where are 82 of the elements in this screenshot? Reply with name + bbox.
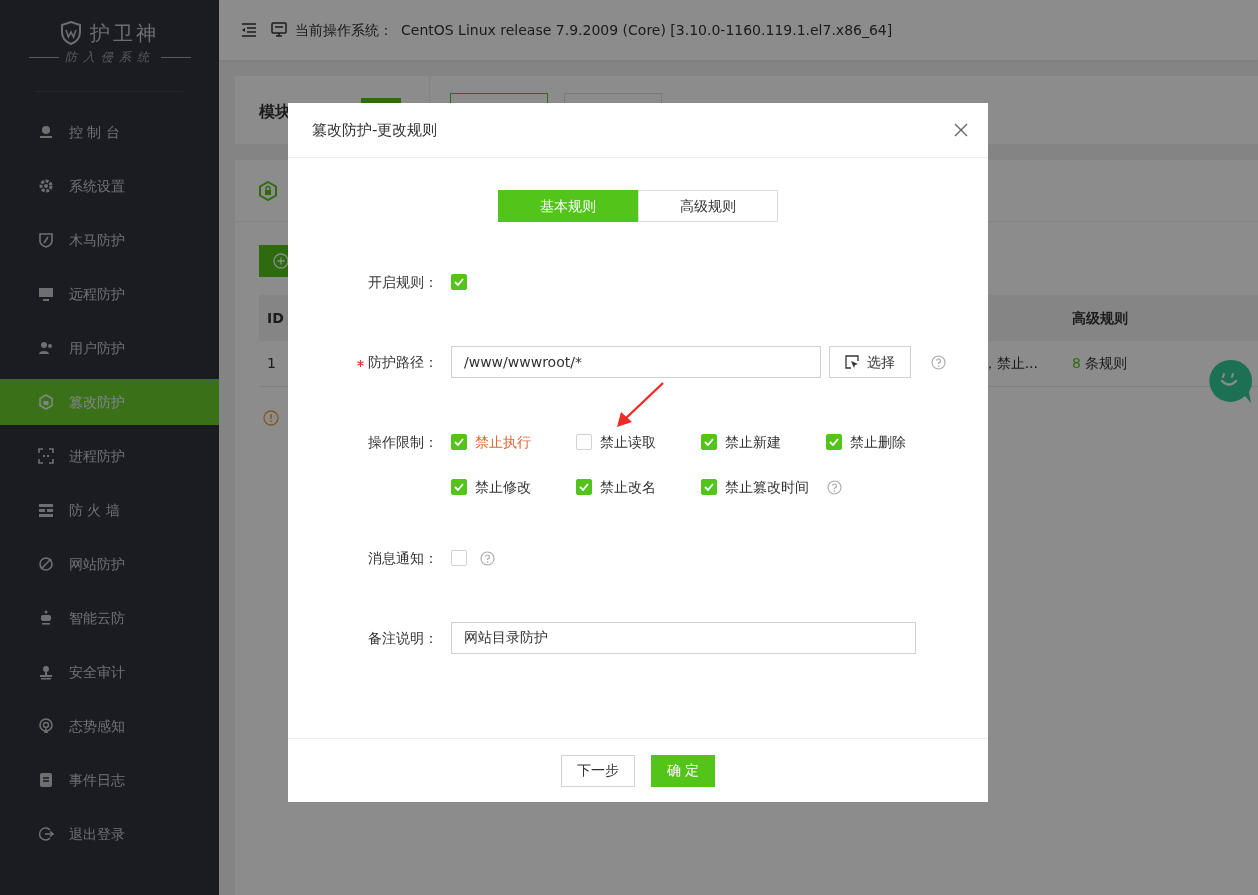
remark-input[interactable]: 网站目录防护 bbox=[451, 622, 916, 654]
option-label[interactable]: 禁止读取 bbox=[600, 431, 656, 453]
field-label: 开启规则： bbox=[367, 273, 438, 292]
help-icon[interactable] bbox=[827, 479, 842, 495]
check-icon bbox=[704, 483, 714, 491]
check-icon bbox=[704, 438, 714, 446]
annotation-arrow bbox=[614, 381, 666, 429]
shield-logo-icon bbox=[60, 21, 82, 45]
sidebar-item[interactable]: 网站防护 bbox=[0, 541, 219, 587]
radar-icon bbox=[38, 718, 54, 734]
shield-lock-icon bbox=[259, 181, 277, 201]
sidebar-item[interactable]: 木马防护 bbox=[0, 217, 219, 263]
checkbox[interactable] bbox=[826, 434, 842, 450]
users-icon bbox=[38, 340, 54, 356]
field-label: 消息通知： bbox=[367, 549, 438, 568]
sidebar-item[interactable]: 远程防护 bbox=[0, 271, 219, 317]
sidebar-item[interactable]: 用户防护 bbox=[0, 325, 219, 371]
check-icon bbox=[454, 438, 464, 446]
sidebar-item[interactable]: 控 制 台 bbox=[0, 109, 219, 155]
monitor-icon bbox=[38, 286, 54, 302]
sidebar-item[interactable]: 防 火 墙 bbox=[0, 487, 219, 533]
sidebar-item[interactable]: 安全审计 bbox=[0, 649, 219, 695]
cursor-box-icon bbox=[845, 355, 859, 369]
option-label[interactable]: 禁止篡改时间 bbox=[725, 476, 809, 498]
help-icon[interactable] bbox=[480, 550, 495, 566]
checkbox[interactable] bbox=[451, 274, 467, 290]
os-label: 当前操作系统： bbox=[295, 20, 393, 40]
confirm-button[interactable]: 确 定 bbox=[650, 754, 716, 787]
check-icon bbox=[454, 483, 464, 491]
robot-icon bbox=[38, 610, 54, 626]
check-icon bbox=[454, 278, 464, 286]
menu-icon[interactable] bbox=[241, 23, 257, 37]
checkbox[interactable] bbox=[451, 550, 467, 566]
sidebar-item[interactable]: 退出登录 bbox=[0, 811, 219, 857]
gear-icon bbox=[38, 178, 54, 194]
path-input[interactable]: /www/wwwroot/* bbox=[451, 346, 821, 378]
chat-bubble-icon[interactable] bbox=[1207, 359, 1253, 405]
option-label[interactable]: 禁止修改 bbox=[475, 476, 531, 498]
checkbox[interactable] bbox=[576, 434, 592, 450]
logo-title: 护卫神 bbox=[90, 20, 159, 47]
option-label[interactable]: 禁止新建 bbox=[725, 431, 781, 453]
sidebar-item[interactable]: 智能云防 bbox=[0, 595, 219, 641]
option-label[interactable]: 禁止执行 bbox=[475, 431, 531, 453]
checkbox[interactable] bbox=[451, 434, 467, 450]
field-label: 防护路径： bbox=[368, 354, 438, 370]
sidebar-item[interactable]: 事件日志 bbox=[0, 757, 219, 803]
option-label[interactable]: 禁止删除 bbox=[850, 431, 906, 453]
checkbox[interactable] bbox=[451, 479, 467, 495]
table-cell-text: ，禁止... bbox=[981, 354, 1039, 373]
logout-icon bbox=[38, 826, 54, 842]
check-icon bbox=[829, 438, 839, 446]
column-header: ID bbox=[266, 308, 285, 328]
tab[interactable]: 基本规则 bbox=[498, 190, 638, 222]
brick-wall-icon bbox=[38, 502, 54, 518]
shield-icon bbox=[38, 232, 54, 248]
sidebar-item[interactable]: 态势感知 bbox=[0, 703, 219, 749]
select-button[interactable]: 选择 bbox=[829, 346, 911, 378]
tab[interactable]: 高级规则 bbox=[638, 190, 778, 222]
checkbox[interactable] bbox=[576, 479, 592, 495]
option-label[interactable]: 禁止改名 bbox=[600, 476, 656, 498]
checkbox[interactable] bbox=[701, 434, 717, 450]
table-cell-text: 1 bbox=[266, 354, 276, 373]
sidebar-item[interactable]: 系统设置 bbox=[0, 163, 219, 209]
warning-icon bbox=[263, 410, 279, 426]
field-label: 操作限制： bbox=[367, 433, 438, 452]
hexagon-lock-icon bbox=[38, 394, 54, 410]
user-icon bbox=[38, 124, 54, 140]
column-header: 高级规则 bbox=[1071, 308, 1129, 328]
os-value: CentOS Linux release 7.9.2009 (Core) [3.10.0-1160.119.1.el7.x86_64] bbox=[401, 20, 893, 40]
monitor-icon bbox=[271, 22, 287, 38]
field-label: 备注说明： bbox=[367, 629, 438, 648]
help-icon[interactable] bbox=[931, 354, 946, 370]
table-cell-text: 8 条规则 bbox=[1071, 354, 1129, 373]
sidebar-item[interactable]: 进程防护 bbox=[0, 433, 219, 479]
next-button[interactable]: 下一步 bbox=[560, 754, 635, 787]
document-icon bbox=[38, 772, 54, 788]
frame-icon bbox=[38, 448, 54, 464]
dialog-title: 篡改防护-更改规则 bbox=[312, 119, 438, 141]
checkbox[interactable] bbox=[701, 479, 717, 495]
stamp-icon bbox=[38, 664, 54, 680]
close-icon[interactable] bbox=[954, 123, 968, 137]
check-icon bbox=[579, 483, 589, 491]
